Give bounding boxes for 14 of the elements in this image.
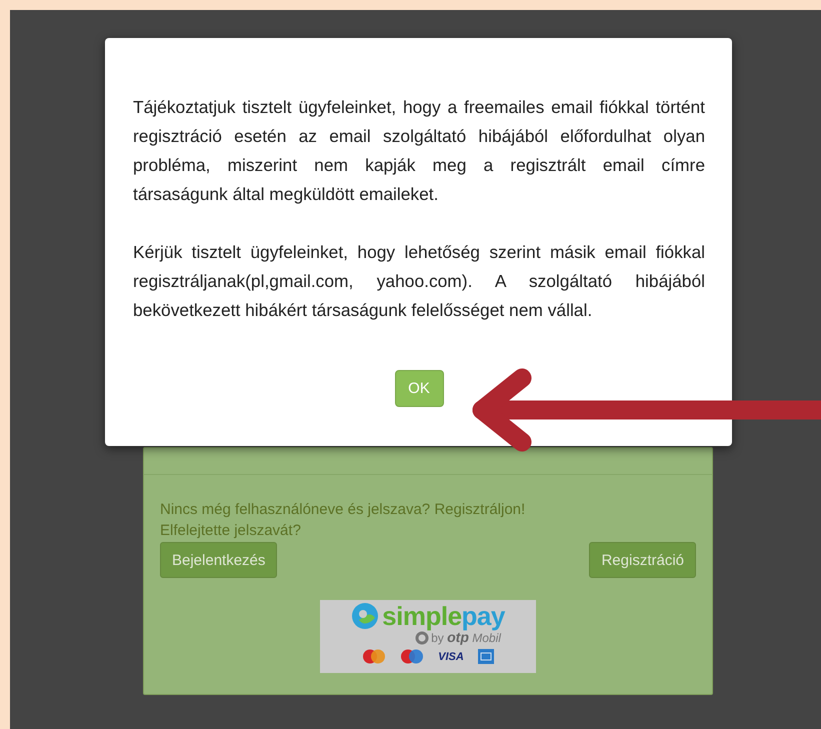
forgot-password-link[interactable]: Elfelejtette jelszavát? <box>160 520 301 541</box>
register-prompt-text: Nincs még felhasználóneve és jelszava? Regisztráljon! <box>160 500 526 520</box>
amex-icon <box>478 649 494 664</box>
notice-paragraph: Kérjük tisztelt ügyfeleinket, hogy lehetőség szerint másik email fiókkal regisztráljanak(pl,gmail.com, yahoo.com). A szolgáltató hibájából bekövetkezett hibákért társaságunk felelősséget nem vállal. <box>133 241 705 322</box>
ok-button[interactable]: OK <box>394 370 444 407</box>
logo-wordmark: simplepay <box>382 602 505 630</box>
logo-byline: by otp Mobil <box>431 630 501 646</box>
visa-logo: VISA <box>438 650 464 662</box>
login-button[interactable]: Bejelentkezés <box>160 542 278 578</box>
otp-icon <box>415 631 430 645</box>
maestro-icon <box>400 649 424 664</box>
notice-paragraph: Tájékoztatjuk tisztelt ügyfeleinket, hogy a freemailes email fiókkal történt regisztráció esetén az email szolgáltató hibájából előfordulhat olyan probléma, miszerint nem kapják meg a regisztrált email címre társaságunk által megküldött emaileket. <box>133 96 705 206</box>
mastercard-icon <box>362 649 386 664</box>
register-button[interactable]: Regisztráció <box>589 542 696 578</box>
